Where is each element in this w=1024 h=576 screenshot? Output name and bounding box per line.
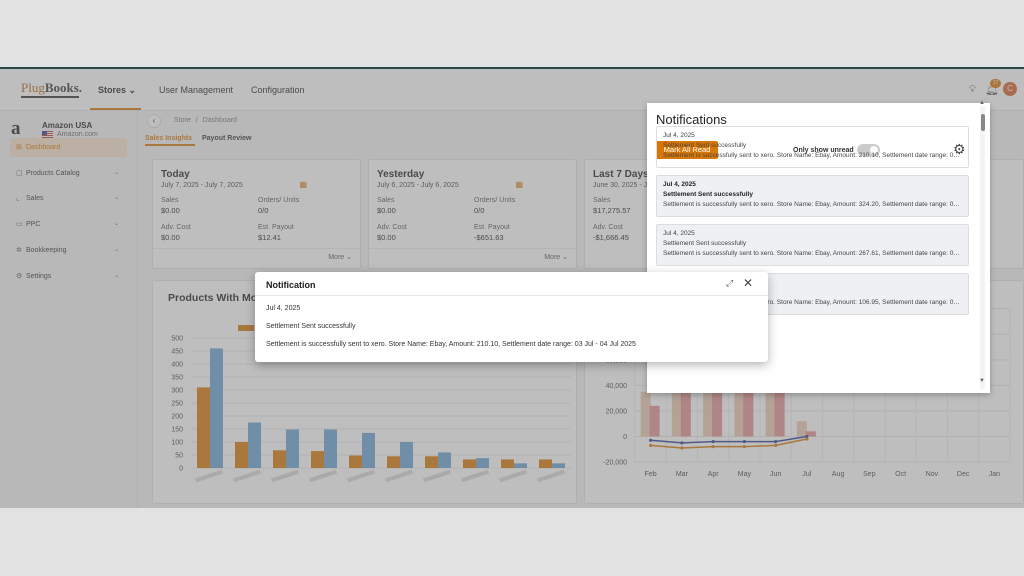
notification-message: Settlement is successfully sent to xero.… (663, 152, 962, 159)
scrollbar-thumb[interactable] (981, 114, 985, 131)
close-icon[interactable]: ✕ (743, 276, 753, 290)
maximize-icon[interactable]: ⤢ (726, 278, 733, 289)
dialog-date: Jul 4, 2025 (266, 305, 301, 312)
notification-item[interactable]: Jul 4, 2025 Settlement Sent successfully S… (656, 175, 969, 217)
notifications-title: Notifications (656, 112, 727, 127)
scroll-up-icon[interactable]: ▲ (979, 100, 985, 106)
notification-item[interactable]: Jul 4, 2025 Settlement Sent successfully S… (656, 126, 969, 168)
dialog-title: Notification (266, 280, 316, 290)
notification-title: Settlement Sent successfully (663, 240, 747, 247)
notification-title: Settlement Sent successfully (663, 142, 747, 149)
dialog-message: Settlement is successfully sent to xero.… (266, 341, 636, 348)
notification-dialog: Notification ⤢ ✕ Jul 4, 2025 Settlement … (255, 272, 768, 362)
notification-message: Settlement is successfully sent to xero.… (663, 250, 962, 257)
app-window: PlugBooks. Stores ⌄ User Management Conf… (0, 67, 1024, 508)
notification-date: Jul 4, 2025 (663, 181, 696, 188)
scroll-down-icon[interactable]: ▼ (979, 378, 985, 384)
notification-date: Jul 4, 2025 (663, 132, 695, 139)
scrollbar-track[interactable] (980, 107, 985, 389)
notification-date: Jul 4, 2025 (663, 230, 695, 237)
dialog-heading: Settlement Sent successfully (266, 323, 356, 330)
notification-title: Settlement Sent successfully (663, 191, 753, 198)
notification-item[interactable]: Jul 4, 2025 Settlement Sent successfully S… (656, 224, 969, 266)
notification-message: Settlement is successfully sent to xero.… (663, 201, 962, 208)
dialog-divider (255, 295, 768, 296)
